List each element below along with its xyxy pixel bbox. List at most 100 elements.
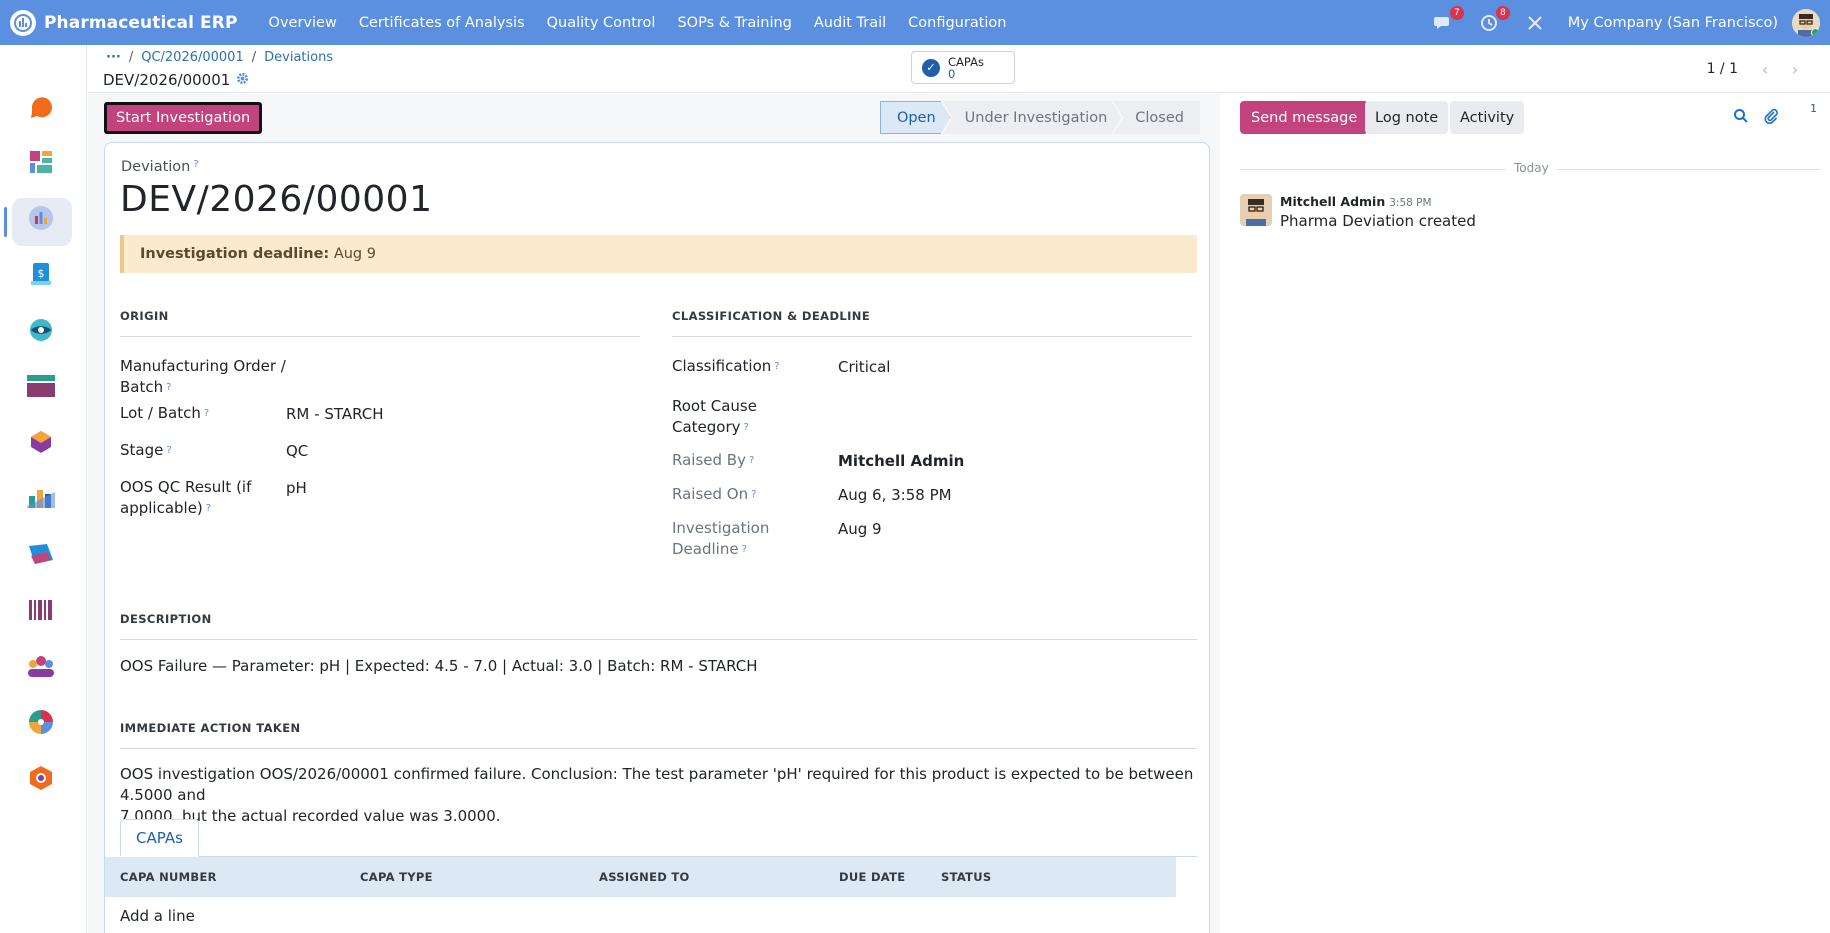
immediate-action-text[interactable]: OOS investigation OOS/2026/00001 confirm…: [120, 764, 1209, 827]
breadcrumb-qc-record[interactable]: QC/2026/00001: [141, 50, 244, 65]
messages-badge: 7: [1450, 5, 1464, 20]
inventory-app-icon[interactable]: [25, 314, 57, 346]
message-body: Pharma Deviation created: [1280, 212, 1476, 230]
capas-stat-count: 0: [948, 66, 956, 81]
paperclip-icon[interactable]: [1760, 105, 1782, 127]
oos-result-value[interactable]: pH: [286, 479, 307, 497]
clock-icon: [1480, 14, 1497, 31]
followers-count[interactable]: 1: [1810, 102, 1817, 115]
date-separator: Today: [1506, 161, 1557, 175]
help-icon[interactable]: ?: [744, 422, 749, 433]
activities-button[interactable]: 8: [1476, 5, 1510, 36]
main-menu: Overview Certificates of Analysis Qualit…: [258, 15, 1018, 31]
pager-previous-icon[interactable]: ‹: [1750, 55, 1780, 83]
stage-value[interactable]: QC: [286, 442, 308, 460]
online-status-dot: [1811, 27, 1820, 37]
col-assigned-to[interactable]: ASSIGNED TO: [599, 870, 690, 884]
apps-store-icon[interactable]: [25, 762, 57, 794]
messages-button[interactable]: 7: [1430, 5, 1464, 36]
documents-app-icon[interactable]: [25, 538, 57, 570]
employees-app-icon[interactable]: [25, 650, 57, 682]
discuss-app-icon[interactable]: [25, 91, 57, 123]
manufacturing-app-icon[interactable]: [25, 426, 57, 458]
log-note-button[interactable]: Log note: [1365, 101, 1449, 134]
raised-on-label: Raised On?: [672, 485, 757, 503]
description-heading: DESCRIPTION: [120, 612, 1197, 640]
help-icon[interactable]: ?: [751, 489, 756, 500]
help-icon[interactable]: ?: [204, 408, 209, 419]
col-capa-number[interactable]: CAPA NUMBER: [120, 870, 217, 884]
search-icon[interactable]: [1730, 105, 1752, 127]
add-line-link[interactable]: Add a line: [120, 907, 195, 925]
form-sheet: Deviation? DEV/2026/00001 Investigation …: [104, 142, 1210, 933]
menu-certificates[interactable]: Certificates of Analysis: [348, 15, 536, 31]
debug-tools-button[interactable]: [1522, 10, 1548, 36]
help-icon[interactable]: ?: [166, 445, 171, 456]
breadcrumb-separator: /: [251, 50, 257, 65]
col-capa-type[interactable]: CAPA TYPE: [360, 870, 433, 884]
top-navbar: Pharmaceutical ERP Overview Certificates…: [0, 0, 1830, 45]
help-icon[interactable]: ?: [742, 544, 747, 555]
capas-stat-label: CAPAs: [948, 54, 984, 69]
active-app-indicator: [4, 207, 7, 237]
breadcrumb: ··· / QC/2026/00001 / Deviations: [106, 50, 333, 65]
stage-closed[interactable]: Closed: [1113, 101, 1200, 134]
message-time: 3:58 PM: [1389, 197, 1432, 209]
help-icon[interactable]: ?: [774, 361, 779, 372]
stage-open[interactable]: Open: [880, 101, 951, 134]
accounting-app-icon[interactable]: [25, 370, 57, 402]
stage-under-investigation[interactable]: Under Investigation: [943, 101, 1122, 134]
tools-icon: [1528, 15, 1542, 30]
pager-value[interactable]: 1 / 1: [1707, 61, 1738, 77]
send-message-button[interactable]: Send message: [1240, 101, 1369, 134]
breadcrumb-deviations[interactable]: Deviations: [264, 50, 333, 65]
description-text[interactable]: OOS Failure — Parameter: pH | Expected: …: [120, 656, 758, 677]
col-due-date[interactable]: DUE DATE: [839, 870, 905, 884]
chat-bubble-icon: [1433, 16, 1449, 29]
help-icon[interactable]: ?: [166, 382, 171, 393]
lot-batch-label: Lot / Batch?: [120, 404, 210, 422]
invoicing-app-icon[interactable]: $: [25, 258, 57, 290]
help-icon[interactable]: ?: [193, 159, 198, 170]
chatter: Send message Log note Activity 1 Today M…: [1220, 94, 1830, 933]
quality-app-icon[interactable]: [25, 706, 57, 738]
brand-name: Pharmaceutical ERP: [44, 12, 238, 33]
menu-audit-trail[interactable]: Audit Trail: [803, 15, 897, 31]
menu-quality-control[interactable]: Quality Control: [536, 15, 667, 31]
col-status[interactable]: STATUS: [941, 870, 992, 884]
check-circle-icon: ✓: [922, 58, 940, 77]
company-switcher[interactable]: My Company (San Francisco): [1568, 15, 1778, 31]
lot-batch-value[interactable]: RM - STARCH: [286, 405, 384, 423]
record-name: DEV/2026/00001: [103, 71, 249, 89]
menu-configuration[interactable]: Configuration: [897, 15, 1017, 31]
mo-batch-label: Manufacturing Order / Batch?: [120, 357, 286, 396]
pharma-erp-app-icon[interactable]: [25, 202, 57, 234]
alert-value: Aug 9: [333, 246, 376, 262]
reporting-app-icon[interactable]: [25, 482, 57, 514]
barcode-app-icon[interactable]: [25, 594, 57, 626]
record-name-text: DEV/2026/00001: [103, 71, 231, 89]
root-cause-label: Root Cause Category?: [672, 397, 757, 436]
app-sidebar: $: [0, 45, 87, 933]
message-author[interactable]: Mitchell Admin 3:58 PM: [1280, 194, 1432, 209]
capas-stat-button[interactable]: ✓ CAPAs 0: [911, 51, 1015, 84]
oos-result-label: OOS QC Result (if applicable)?: [120, 478, 252, 517]
classification-value[interactable]: Critical: [838, 358, 890, 376]
menu-overview[interactable]: Overview: [258, 15, 348, 31]
gear-icon[interactable]: [236, 72, 249, 89]
breadcrumb-ellipsis[interactable]: ···: [106, 50, 121, 65]
help-icon[interactable]: ?: [206, 503, 211, 514]
user-avatar[interactable]: [1792, 8, 1820, 37]
message-author-avatar[interactable]: [1240, 194, 1272, 226]
dashboard-app-icon[interactable]: [25, 146, 57, 178]
help-icon[interactable]: ?: [749, 455, 754, 466]
tab-capas[interactable]: CAPAs: [120, 819, 199, 857]
start-investigation-button[interactable]: Start Investigation: [104, 102, 263, 134]
raised-by-value[interactable]: Mitchell Admin: [838, 452, 964, 470]
brand[interactable]: Pharmaceutical ERP: [10, 9, 238, 36]
activities-badge: 8: [1496, 5, 1510, 20]
menu-sops-training[interactable]: SOPs & Training: [666, 15, 802, 31]
activity-button[interactable]: Activity: [1450, 101, 1525, 134]
pager-next-icon[interactable]: ›: [1780, 55, 1810, 83]
classification-label: Classification?: [672, 357, 780, 375]
